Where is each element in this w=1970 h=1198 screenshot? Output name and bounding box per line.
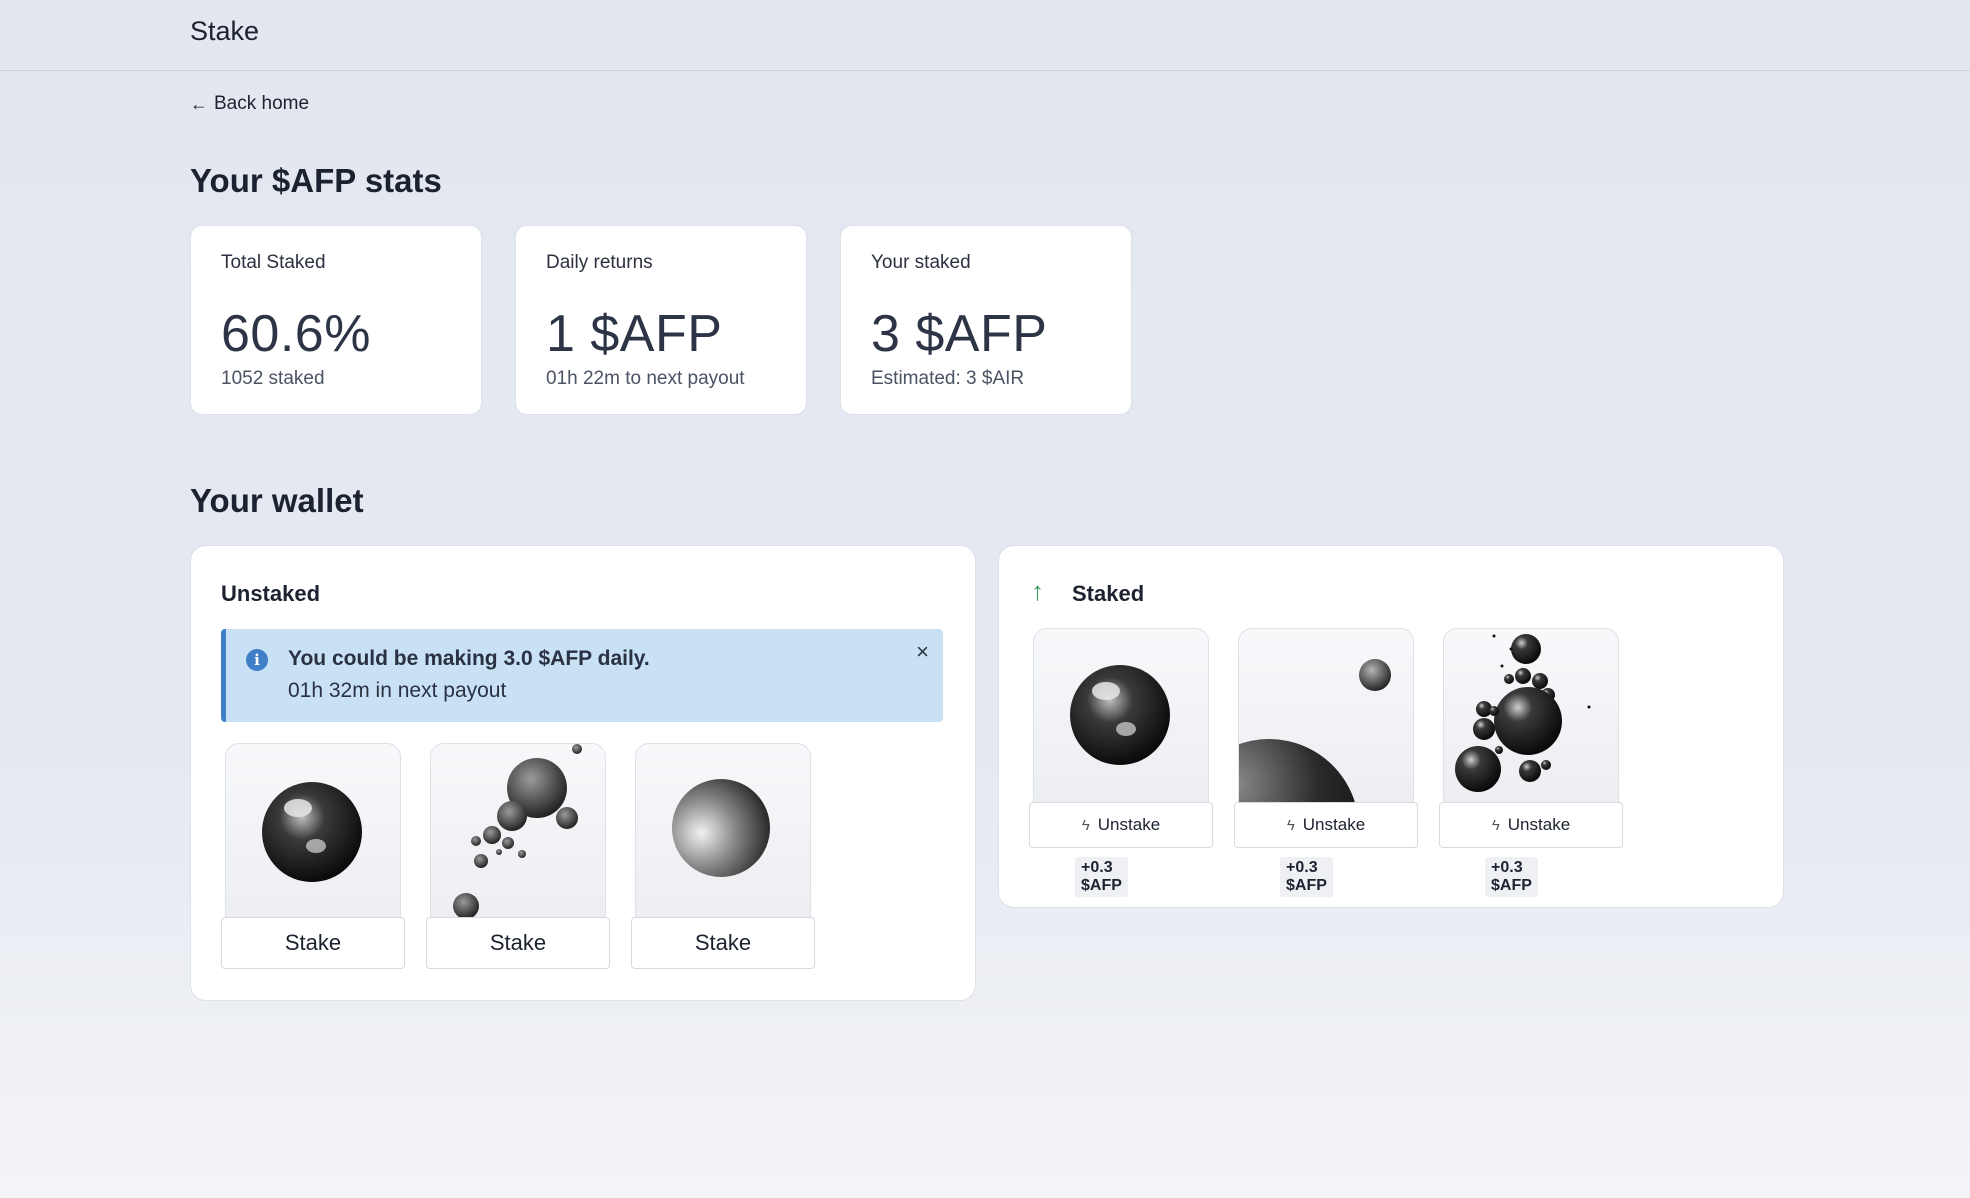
stat-card-total-staked: Total Staked 60.6% 1052 staked (190, 225, 482, 415)
alert-sub: 01h 32m in next payout (288, 679, 507, 702)
unstake-label: Unstake (1097, 815, 1161, 834)
bolt-icon: ϟ (1286, 817, 1295, 834)
stat-value: 60.6% (221, 305, 371, 363)
back-home-link[interactable]: ← Back home (190, 93, 309, 115)
reward-badge: +0.3 $AFP (1280, 857, 1333, 897)
stake-button[interactable]: Stake (221, 917, 405, 969)
unstake-button[interactable]: ϟ Unstake (1029, 802, 1213, 848)
bolt-icon: ϟ (1491, 817, 1500, 834)
stat-card-your-staked: Your staked 3 $AFP Estimated: 3 $AIR (840, 225, 1132, 415)
stat-card-daily-returns: Daily returns 1 $AFP 01h 22m to next pay… (515, 225, 807, 415)
stat-sub: 1052 staked (221, 368, 325, 389)
nft-image-floating-spheres (430, 743, 606, 919)
bolt-icon: ϟ (1081, 817, 1090, 834)
unstake-label: Unstake (1507, 815, 1571, 834)
stat-sub: Estimated: 3 $AIR (871, 368, 1025, 389)
top-bar: Stake (0, 0, 1970, 71)
reward-badge: +0.3 $AFP (1075, 857, 1128, 897)
info-alert: i You could be making 3.0 $AFP daily. 01… (221, 629, 943, 722)
nft-image-sphere-cluster (1443, 628, 1619, 804)
back-home-label: Back home (214, 93, 310, 114)
wallet-heading: Your wallet (190, 482, 364, 519)
stake-button[interactable]: Stake (426, 917, 610, 969)
app-title: Stake (190, 16, 260, 46)
unstake-button[interactable]: ϟ Unstake (1439, 802, 1623, 848)
stat-label: Total Staked (221, 252, 326, 273)
unstake-label: Unstake (1302, 815, 1366, 834)
nft-image-glossy-sphere (1033, 628, 1209, 804)
info-icon: i (246, 649, 268, 671)
nft-image-large-sphere-corner (1238, 628, 1414, 804)
reward-badge: +0.3 $AFP (1485, 857, 1538, 897)
stat-label: Daily returns (546, 252, 653, 273)
stats-heading: Your $AFP stats (190, 162, 442, 199)
stat-label: Your staked (871, 252, 971, 273)
unstake-button[interactable]: ϟ Unstake (1234, 802, 1418, 848)
nft-image-matte-sphere (635, 743, 811, 919)
nft-image-glossy-sphere (225, 743, 401, 919)
arrow-left-icon: ← (190, 93, 208, 114)
unstaked-panel: Unstaked i You could be making 3.0 $AFP … (190, 545, 976, 1001)
close-icon[interactable]: × (916, 639, 929, 665)
staked-panel: ↑ Staked ϟ Unstake +0.3 $AFP ϟ Unstake +… (998, 545, 1784, 908)
alert-message: You could be making 3.0 $AFP daily. (288, 647, 650, 670)
stat-value: 1 $AFP (546, 305, 723, 363)
stat-value: 3 $AFP (871, 305, 1048, 363)
stake-button[interactable]: Stake (631, 917, 815, 969)
unstaked-title: Unstaked (221, 581, 321, 606)
staked-title: Staked (1072, 581, 1145, 606)
stat-sub: 01h 22m to next payout (546, 368, 745, 389)
arrow-up-icon: ↑ (1031, 576, 1044, 606)
